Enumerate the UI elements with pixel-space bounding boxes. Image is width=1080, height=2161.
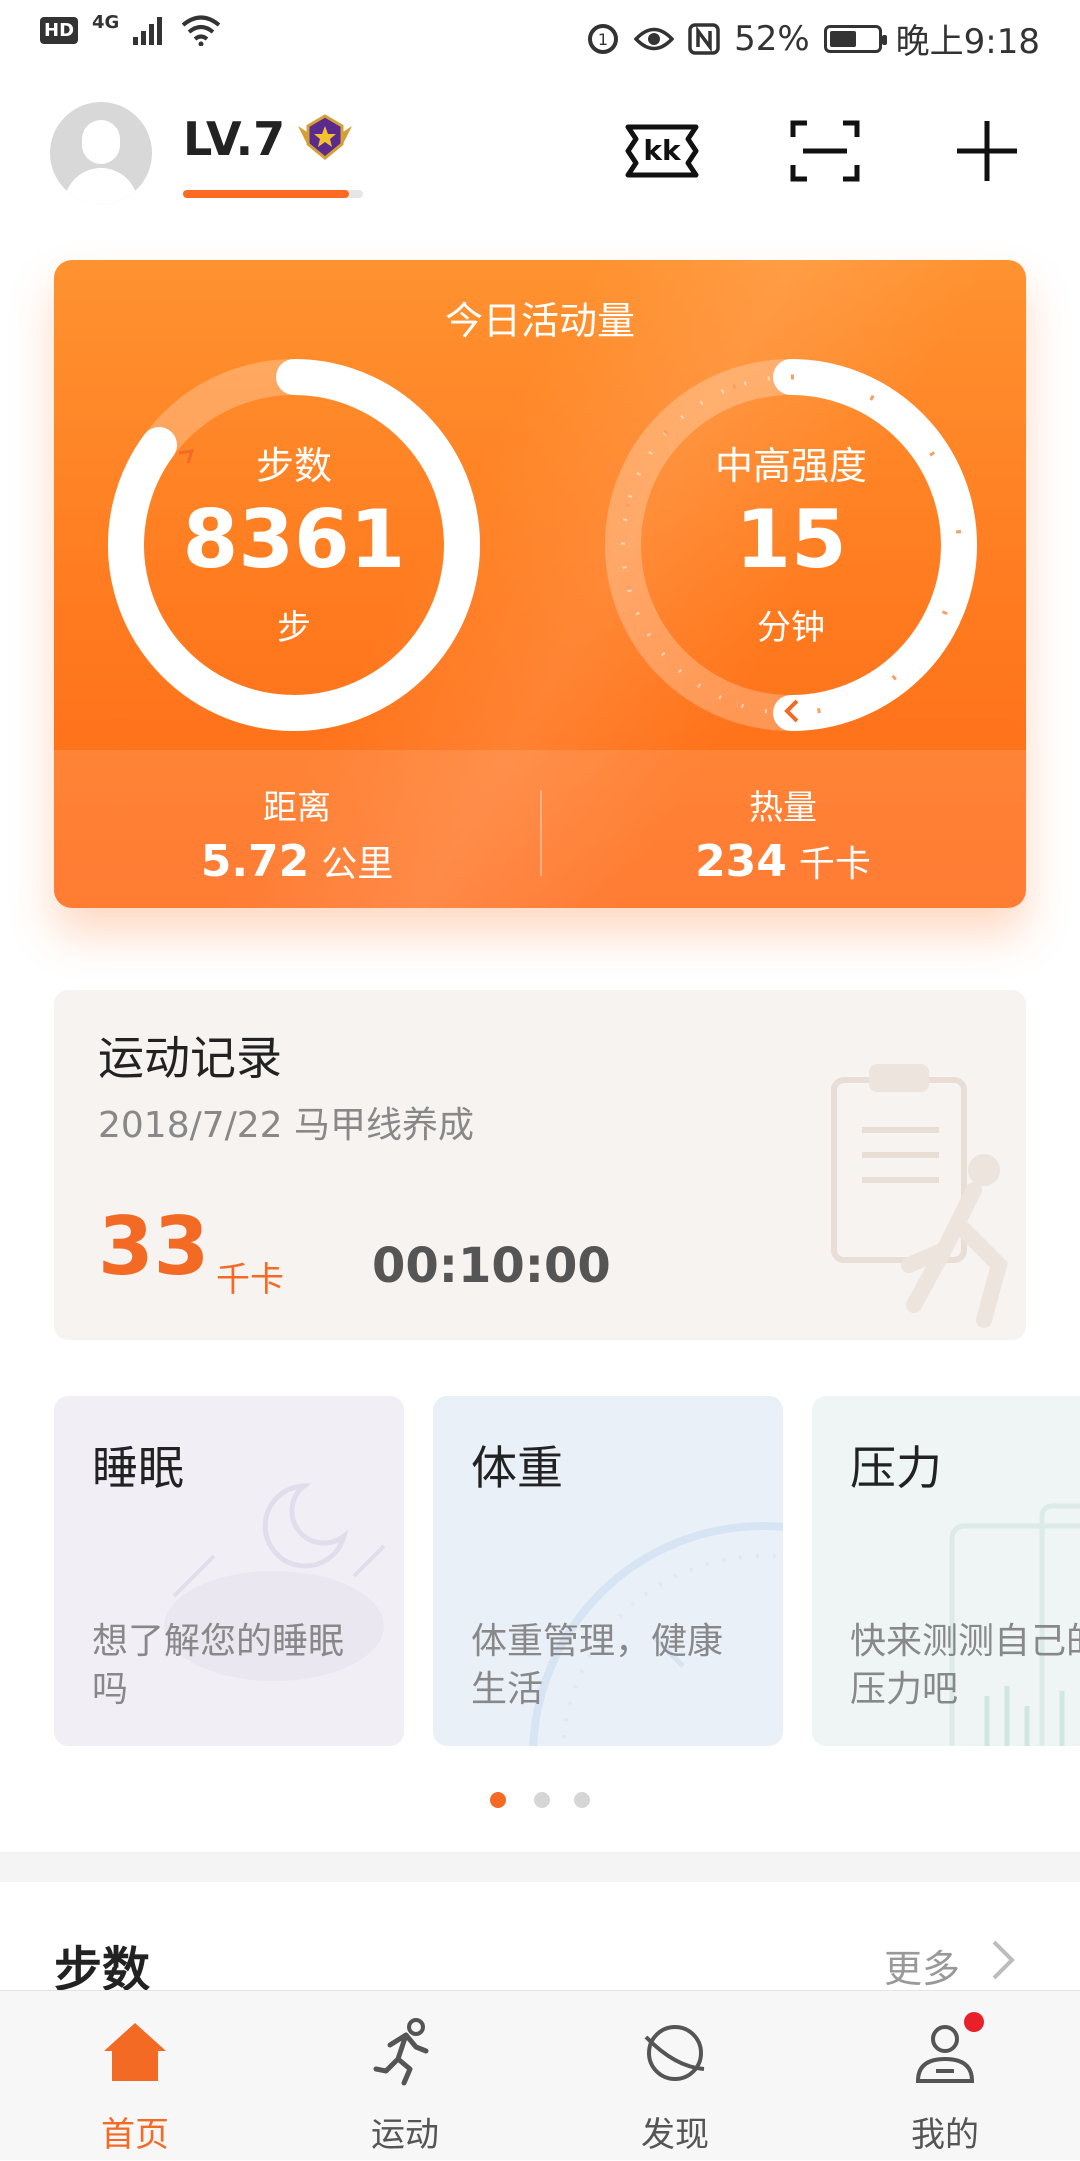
- clock: 晚上9:18: [895, 22, 1040, 62]
- add-icon[interactable]: [947, 115, 1027, 187]
- sleep-desc: 想了解您的睡眠吗: [92, 1621, 345, 1710]
- chevron-right-icon[interactable]: [988, 1938, 1018, 1982]
- steps-value: 8361: [182, 493, 406, 586]
- steps-unit: 步: [277, 608, 311, 648]
- bottom-nav: 首页 运动 发现 我的: [0, 1990, 1080, 2160]
- distance-stat: 距离 5.72 公里: [54, 780, 540, 887]
- sleep-title: 睡眠: [92, 1441, 184, 1495]
- nav-me[interactable]: 我的: [810, 1991, 1080, 2161]
- stress-title: 压力: [850, 1441, 942, 1495]
- sleep-card[interactable]: 睡眠 想了解您的睡眠吗: [54, 1396, 404, 1746]
- calories-stat: 热量 234 千卡: [540, 780, 1026, 887]
- exercise-record-card[interactable]: 运动记录 2018/7/22 马甲线养成 33 千卡 00:10:00: [54, 990, 1026, 1340]
- svg-text:1: 1: [598, 30, 608, 49]
- intensity-unit: 分钟: [757, 608, 825, 648]
- record-subtitle: 2018/7/22 马甲线养成: [98, 1105, 475, 1146]
- weight-title: 体重: [471, 1441, 563, 1495]
- calories-unit: 千卡: [798, 844, 871, 885]
- wifi-icon: [182, 15, 221, 46]
- scan-icon[interactable]: [785, 115, 865, 187]
- pager-dot-1[interactable]: [490, 1792, 506, 1808]
- kk-ticket-icon[interactable]: kk: [622, 115, 702, 187]
- clipboard-runner-icon: [831, 1064, 1008, 1328]
- eye-comfort-icon: [634, 27, 675, 50]
- steps-ring[interactable]: 步数 8361 步: [104, 355, 484, 735]
- avatar[interactable]: [50, 102, 152, 204]
- activity-summary: 距离 5.72 公里 热量 234 千卡: [54, 750, 1026, 908]
- steps-label: 步数: [255, 444, 332, 488]
- section-separator: [0, 1852, 1080, 1882]
- record-calories: 33: [98, 1200, 210, 1293]
- network-type: 4G: [92, 11, 120, 33]
- pager-dot-3[interactable]: [574, 1792, 590, 1808]
- battery-icon: [823, 24, 887, 53]
- calories-label: 热量: [749, 788, 817, 828]
- stress-desc: 快来测测自己的压力吧: [850, 1621, 1080, 1710]
- signal-icon: [133, 17, 163, 45]
- hd-icon: HD: [40, 16, 79, 44]
- level-badge-icon[interactable]: [296, 112, 354, 162]
- home-icon: [104, 2023, 166, 2081]
- pager-dots: [490, 1790, 610, 1810]
- nav-home-label: 首页: [101, 2115, 169, 2155]
- level-label[interactable]: LV.7: [183, 112, 285, 166]
- nav-me-label: 我的: [911, 2115, 979, 2155]
- status-bar: HD 4G 1 52% 晚上9:18: [0, 0, 1080, 72]
- nav-discover-label: 发现: [641, 2115, 709, 2155]
- weight-card[interactable]: 体重 体重管理，健康生活: [433, 1396, 783, 1746]
- nav-discover[interactable]: 发现: [540, 1991, 810, 2161]
- intensity-label: 中高强度: [714, 444, 867, 488]
- activity-title: 今日活动量: [444, 299, 635, 343]
- battery-percent: 52%: [734, 18, 810, 59]
- distance-label: 距离: [263, 788, 331, 828]
- pager-dot-2[interactable]: [534, 1792, 550, 1808]
- nfc-icon: [688, 22, 720, 55]
- data-saver-icon: 1: [588, 23, 619, 54]
- level-progress-bar: [183, 190, 363, 198]
- nav-exercise[interactable]: 运动: [270, 1991, 540, 2161]
- weight-desc: 体重管理，健康生活: [471, 1621, 724, 1710]
- notification-dot: [964, 2012, 984, 2032]
- distance-unit: 公里: [321, 844, 394, 885]
- svg-text:kk: kk: [643, 134, 682, 167]
- record-duration: 00:10:00: [372, 1238, 611, 1294]
- record-calories-unit: 千卡: [216, 1260, 284, 1300]
- running-icon: [373, 2018, 429, 2086]
- nav-exercise-label: 运动: [371, 2115, 439, 2155]
- record-title: 运动记录: [98, 1031, 282, 1085]
- discover-icon: [644, 2025, 705, 2081]
- intensity-ring[interactable]: 中高强度 15 分钟: [601, 355, 981, 735]
- distance-value: 5.72: [200, 836, 310, 887]
- stress-card[interactable]: 压力 快来测测自己的压力吧: [812, 1396, 1080, 1746]
- more-link[interactable]: 更多: [884, 1938, 960, 1993]
- intensity-value: 15: [735, 493, 847, 586]
- calories-value: 234: [695, 836, 787, 887]
- nav-home[interactable]: 首页: [0, 1991, 270, 2161]
- today-activity-card[interactable]: 今日活动量 步数 8361 步 中高强度 15 分钟 距离 5.72 公里 热量…: [54, 260, 1026, 908]
